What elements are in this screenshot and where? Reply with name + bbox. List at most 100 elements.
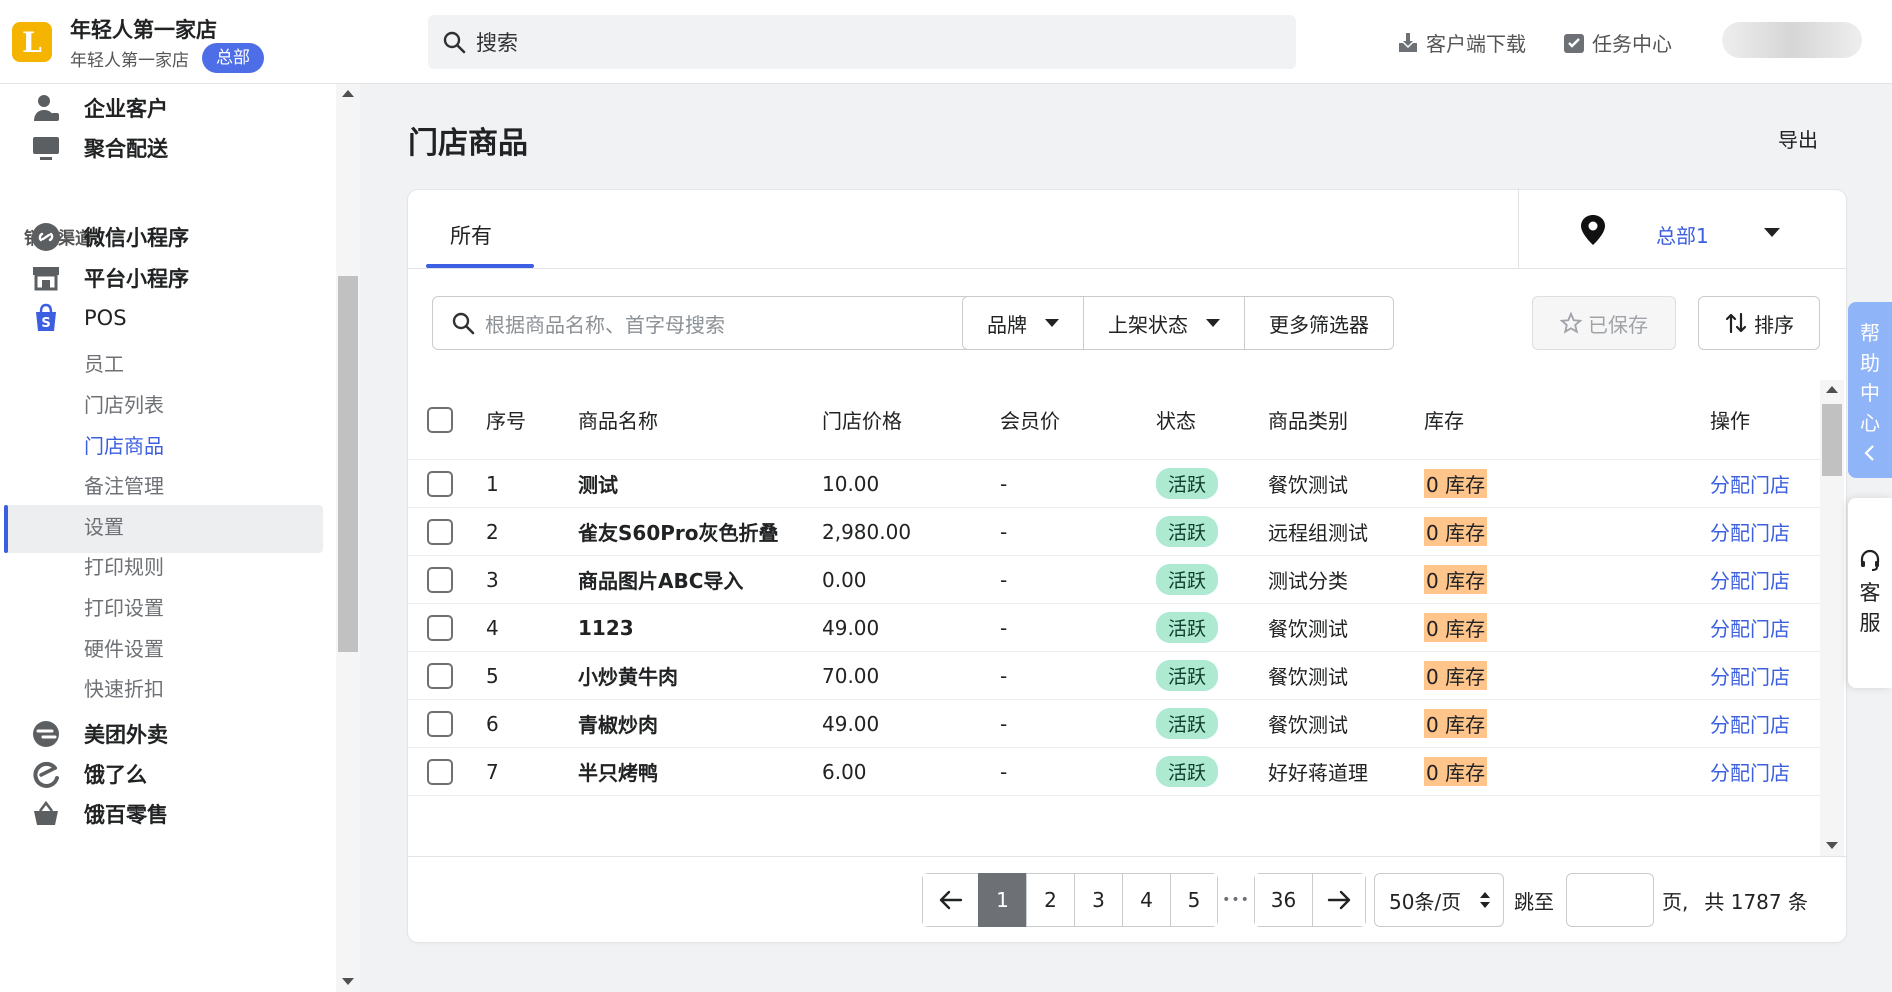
chevron-down-icon[interactable] [1764,228,1780,237]
scroll-down-arrow-icon[interactable] [1826,842,1838,849]
cell-product-name[interactable]: 小炒黄牛肉 [578,661,678,690]
product-search-input[interactable]: 根据商品名称、首字母搜索 [432,296,992,350]
page-button-last[interactable]: 36 [1254,873,1312,927]
table-row[interactable]: 4 1123 49.00 - 活跃 餐饮测试 0 库存 分配门店 [408,604,1820,652]
page-button-2[interactable]: 2 [1026,873,1074,927]
sidebar-item-label: 平台小程序 [84,267,189,291]
assign-store-link[interactable]: 分配门店 [1710,709,1790,738]
table-row[interactable]: 3 商品图片ABC导入 0.00 - 活跃 测试分类 0 库存 分配门店 [408,556,1820,604]
page-button-4[interactable]: 4 [1122,873,1170,927]
location-selector[interactable]: 总部1 [1656,220,1709,249]
status-badge: 活跃 [1156,756,1219,787]
client-download-link[interactable]: 客户端下载 [1396,28,1526,57]
col-header-category[interactable]: 商品类别 [1268,405,1348,434]
per-page-select[interactable]: 50条/页 [1374,873,1504,927]
col-header-no[interactable]: 序号 [486,405,526,434]
page-button-5[interactable]: 5 [1170,873,1218,927]
cell-product-name[interactable]: 测试 [578,469,618,498]
more-filters-button[interactable]: 更多筛选器 [1245,297,1393,349]
table-scrollbar-thumb[interactable] [1822,404,1842,476]
table-row[interactable]: 2 雀友S60Pro灰色折叠 2,980.00 - 活跃 远程组测试 0 库存 分配门店 [408,508,1820,556]
tab-all[interactable]: 所有 [450,220,492,250]
status-badge: 活跃 [1156,564,1219,595]
eleme-icon [30,758,62,790]
cell-product-name[interactable]: 半只烤鸭 [578,757,658,786]
global-search-input[interactable]: 搜索 [428,15,1296,69]
sidebar-item-meituan[interactable]: 美团外卖 [30,718,168,750]
brand-filter-button[interactable]: 品牌 [963,297,1084,349]
sidebar-subitem-print-settings[interactable]: 打印设置 [84,592,164,621]
sort-button[interactable]: 排序 [1698,296,1820,350]
sidebar-subitem-print-rules[interactable]: 打印规则 [84,551,164,580]
table-row[interactable]: 7 半只烤鸭 6.00 - 活跃 好好蒋道理 0 库存 分配门店 [408,748,1820,796]
cell-category: 餐饮测试 [1268,473,1348,497]
sidebar-subitem-hardware[interactable]: 硬件设置 [84,633,164,662]
row-checkbox[interactable] [427,710,453,737]
cell-product-name[interactable]: 雀友S60Pro灰色折叠 [578,517,779,546]
row-checkbox[interactable] [427,758,453,785]
pagination: 1 2 3 4 5 ••• 36 50条/页 跳至 页, 共 1787 条 [922,872,1808,928]
saved-button[interactable]: 已保存 [1532,296,1676,350]
sidebar-subitem-quick-discount[interactable]: 快速折扣 [84,673,164,702]
sidebar-subitem-staff[interactable]: 员工 [84,348,124,377]
cell-price: 6.00 [822,759,867,784]
help-center-tab[interactable]: 帮 助 中 心 [1848,302,1892,478]
sort-arrows-icon [1725,312,1747,334]
sidebar-item-ebai-retail[interactable]: 饿百零售 [30,798,168,830]
export-button[interactable]: 导出 [1778,124,1818,153]
next-page-button[interactable] [1312,873,1366,927]
sidebar-subitem-notes[interactable]: 备注管理 [84,470,164,499]
task-center-link[interactable]: 任务中心 [1562,28,1672,57]
select-all-checkbox[interactable] [427,406,453,433]
store-subtitle: 年轻人第一家店 [70,51,189,71]
assign-store-link[interactable]: 分配门店 [1710,469,1790,498]
sidebar-item-eleme[interactable]: 饿了么 [30,758,147,790]
products-card: 所有 总部1 根据商品名称、首字母搜索 品牌 上架状态 更多筛选器 已保存 排序… [408,190,1846,942]
row-checkbox[interactable] [427,518,453,545]
page-button-1[interactable]: 1 [978,873,1026,927]
status-filter-button[interactable]: 上架状态 [1084,297,1245,349]
app-logo[interactable]: L [12,22,52,62]
sidebar-subitem-settings[interactable]: 设置 [84,511,124,540]
row-checkbox[interactable] [427,662,453,689]
col-header-member-price[interactable]: 会员价 [1000,405,1060,434]
sidebar-subitem-store-products[interactable]: 门店商品 [84,430,164,459]
store-name[interactable]: 年轻人第一家店 [70,14,217,44]
user-avatar-menu[interactable] [1722,22,1862,58]
col-header-stock[interactable]: 库存 [1424,405,1464,434]
cell-category: 餐饮测试 [1268,665,1348,689]
assign-store-link[interactable]: 分配门店 [1710,757,1790,786]
assign-store-link[interactable]: 分配门店 [1710,517,1790,546]
row-checkbox[interactable] [427,566,453,593]
status-badge: 活跃 [1156,468,1219,499]
assign-store-link[interactable]: 分配门店 [1710,613,1790,642]
customer-service-tab[interactable]: 客 服 [1848,498,1892,688]
sidebar-subitem-store-list[interactable]: 门店列表 [84,389,164,418]
status-badge: 活跃 [1156,612,1219,643]
table-row[interactable]: 6 青椒炒肉 49.00 - 活跃 餐饮测试 0 库存 分配门店 [408,700,1820,748]
jump-page-input[interactable] [1566,873,1654,927]
sidebar-item-platform-miniapp[interactable]: 平台小程序 [30,262,189,294]
table-row[interactable]: 5 小炒黄牛肉 70.00 - 活跃 餐饮测试 0 库存 分配门店 [408,652,1820,700]
cell-product-name[interactable]: 商品图片ABC导入 [578,565,743,594]
prev-page-button[interactable] [922,873,978,927]
scroll-up-arrow-icon[interactable] [1826,386,1838,393]
sidebar-item-pos[interactable]: S POS [30,302,127,334]
col-header-status[interactable]: 状态 [1156,405,1196,434]
sidebar-item-label: 饿了么 [84,763,147,787]
cell-product-name[interactable]: 1123 [578,616,634,640]
cell-no: 4 [486,615,499,640]
col-header-name[interactable]: 商品名称 [578,405,658,434]
stock-badge: 0 库存 [1424,469,1488,498]
col-header-price[interactable]: 门店价格 [822,405,902,434]
table-row[interactable]: 1 测试 10.00 - 活跃 餐饮测试 0 库存 分配门店 [408,460,1820,508]
assign-store-link[interactable]: 分配门店 [1710,565,1790,594]
cell-price: 49.00 [822,711,880,736]
assign-store-link[interactable]: 分配门店 [1710,661,1790,690]
page-button-3[interactable]: 3 [1074,873,1122,927]
row-checkbox[interactable] [427,470,453,497]
cell-product-name[interactable]: 青椒炒肉 [578,709,658,738]
per-page-value: 50条/页 [1389,889,1462,914]
cs-char: 客 [1859,581,1881,605]
row-checkbox[interactable] [427,614,453,641]
